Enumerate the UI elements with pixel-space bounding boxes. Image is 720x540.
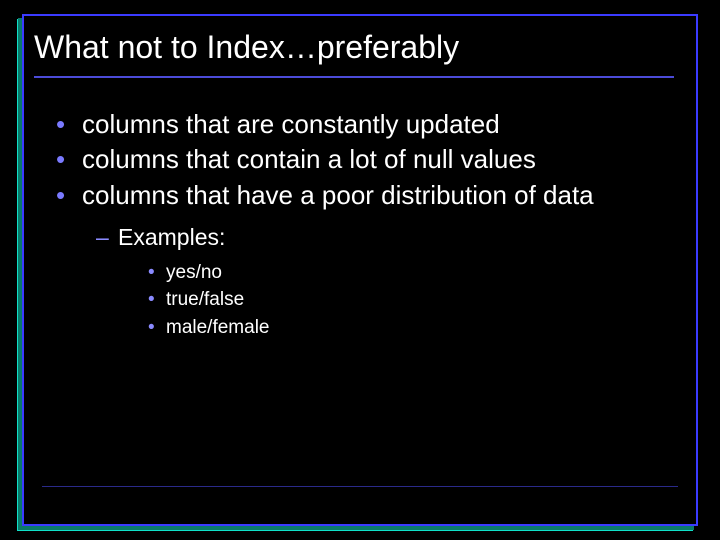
title-block: What not to Index…preferably bbox=[34, 28, 674, 78]
bullet-item: columns that have a poor distribution of… bbox=[52, 179, 662, 342]
footer-rule bbox=[42, 486, 678, 487]
bullet-item: columns that are constantly updated bbox=[52, 108, 662, 141]
bullet-list: columns that are constantly updated colu… bbox=[52, 108, 662, 341]
bullet-text: columns that have a poor distribution of… bbox=[82, 180, 594, 210]
slide-content: columns that are constantly updated colu… bbox=[52, 108, 662, 343]
sub-list: Examples: yes/no true/false male/female bbox=[94, 222, 662, 342]
title-underline bbox=[34, 76, 674, 78]
example-list: yes/no true/false male/female bbox=[146, 259, 662, 342]
slide-title: What not to Index…preferably bbox=[34, 28, 674, 76]
sub-item: Examples: yes/no true/false male/female bbox=[94, 222, 662, 342]
example-item: yes/no bbox=[146, 259, 662, 287]
sub-label: Examples: bbox=[118, 224, 225, 250]
slide-frame: What not to Index…preferably columns tha… bbox=[22, 14, 698, 526]
example-item: male/female bbox=[146, 314, 662, 342]
example-item: true/false bbox=[146, 286, 662, 314]
bullet-item: columns that contain a lot of null value… bbox=[52, 143, 662, 176]
